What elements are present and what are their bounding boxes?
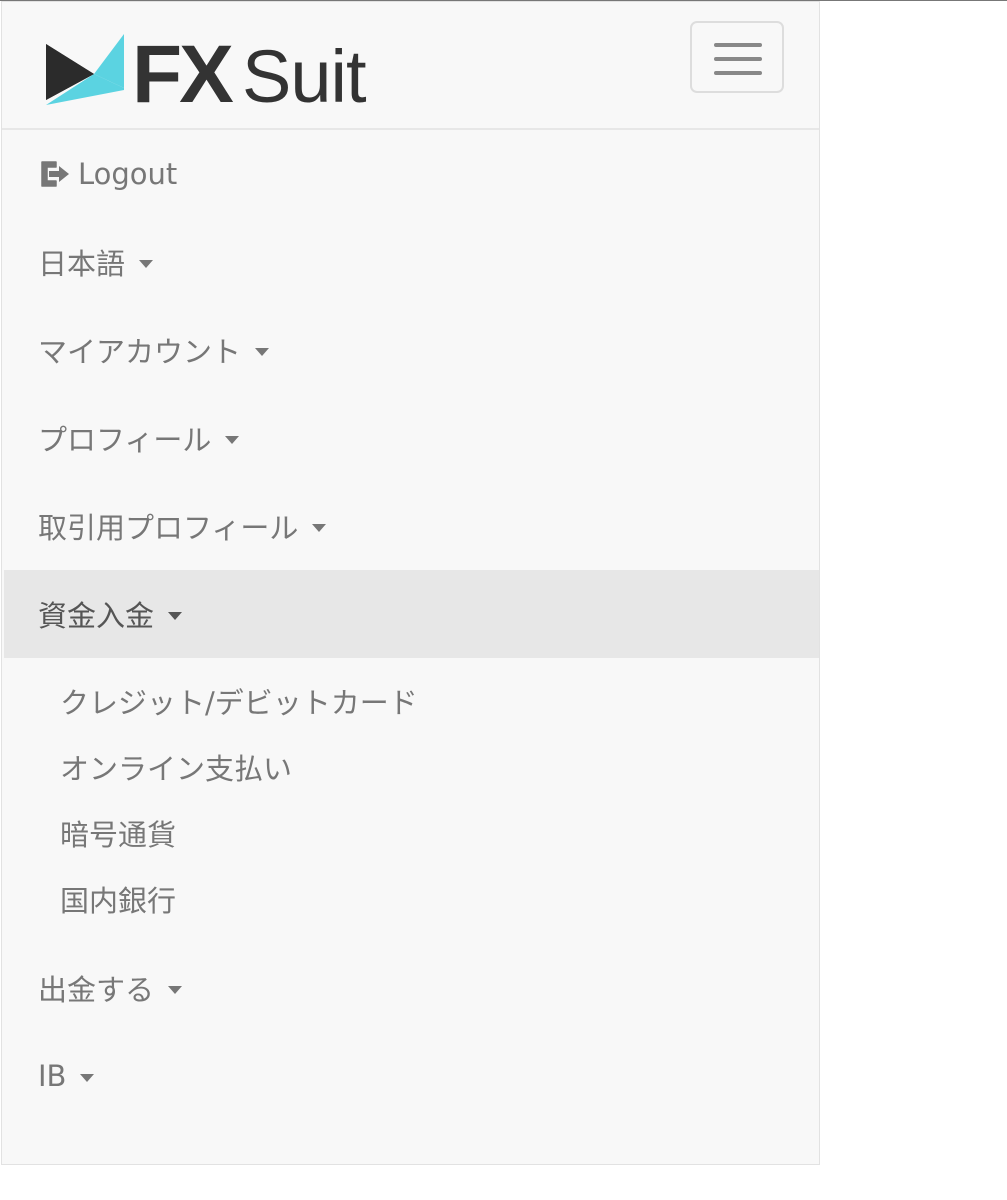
menu-ib[interactable]: IB bbox=[4, 1032, 819, 1120]
submenu-item-domestic-bank[interactable]: 国内銀行 bbox=[4, 866, 819, 932]
menu-profile[interactable]: プロフィール bbox=[4, 394, 819, 482]
submenu-item-online-payment[interactable]: オンライン支払い bbox=[4, 734, 819, 800]
menu-ib-label: IB bbox=[38, 1059, 67, 1093]
caret-down-icon bbox=[80, 1074, 95, 1082]
menu-my-account[interactable]: マイアカウント bbox=[4, 306, 819, 394]
menu-trading-profile-label: 取引用プロフィール bbox=[38, 511, 299, 545]
svg-text:FX: FX bbox=[132, 30, 233, 108]
hamburger-icon bbox=[714, 43, 762, 47]
menu-withdraw[interactable]: 出金する bbox=[4, 944, 819, 1032]
sign-out-icon bbox=[41, 161, 69, 187]
caret-down-icon bbox=[312, 524, 327, 532]
hamburger-icon-bar bbox=[714, 57, 762, 61]
logout-label: Logout bbox=[78, 157, 178, 191]
caret-down-icon bbox=[168, 986, 183, 994]
menu-withdraw-label: 出金する bbox=[38, 973, 155, 1007]
brand-logo[interactable]: FX Suit bbox=[44, 29, 406, 120]
logout-link[interactable]: Logout bbox=[4, 130, 819, 218]
submenu-item-label: オンライン支払い bbox=[60, 752, 293, 786]
caret-down-icon bbox=[225, 436, 240, 444]
submenu-item-label: クレジット/デビットカード bbox=[60, 686, 418, 720]
navbar-header: FX Suit bbox=[2, 2, 819, 130]
navbar: FX Suit Logout 日本語 マイアカウント プロフィール 取引用プロフ… bbox=[1, 1, 820, 1165]
submenu-item-label: 国内銀行 bbox=[60, 884, 177, 918]
svg-text:Suit: Suit bbox=[242, 35, 367, 108]
caret-down-icon bbox=[139, 260, 154, 268]
submenu-item-card[interactable]: クレジット/デビットカード bbox=[4, 668, 819, 734]
nav-menu: Logout 日本語 マイアカウント プロフィール 取引用プロフィール 資金入金… bbox=[4, 130, 819, 1120]
caret-down-icon bbox=[255, 348, 270, 356]
submenu-item-label: 暗号通貨 bbox=[60, 818, 177, 852]
menu-deposit-label: 資金入金 bbox=[38, 599, 155, 633]
menu-language-label: 日本語 bbox=[38, 247, 126, 281]
menu-language[interactable]: 日本語 bbox=[4, 218, 819, 306]
menu-deposit[interactable]: 資金入金 bbox=[4, 570, 819, 658]
submenu-item-crypto[interactable]: 暗号通貨 bbox=[4, 800, 819, 866]
caret-down-icon bbox=[168, 612, 183, 620]
hamburger-icon-bar bbox=[714, 71, 762, 75]
menu-my-account-label: マイアカウント bbox=[38, 335, 242, 369]
menu-trading-profile[interactable]: 取引用プロフィール bbox=[4, 482, 819, 570]
deposit-submenu: クレジット/デビットカード オンライン支払い 暗号通貨 国内銀行 bbox=[4, 658, 819, 944]
navbar-toggle-button[interactable] bbox=[690, 21, 784, 93]
menu-profile-label: プロフィール bbox=[38, 423, 212, 457]
